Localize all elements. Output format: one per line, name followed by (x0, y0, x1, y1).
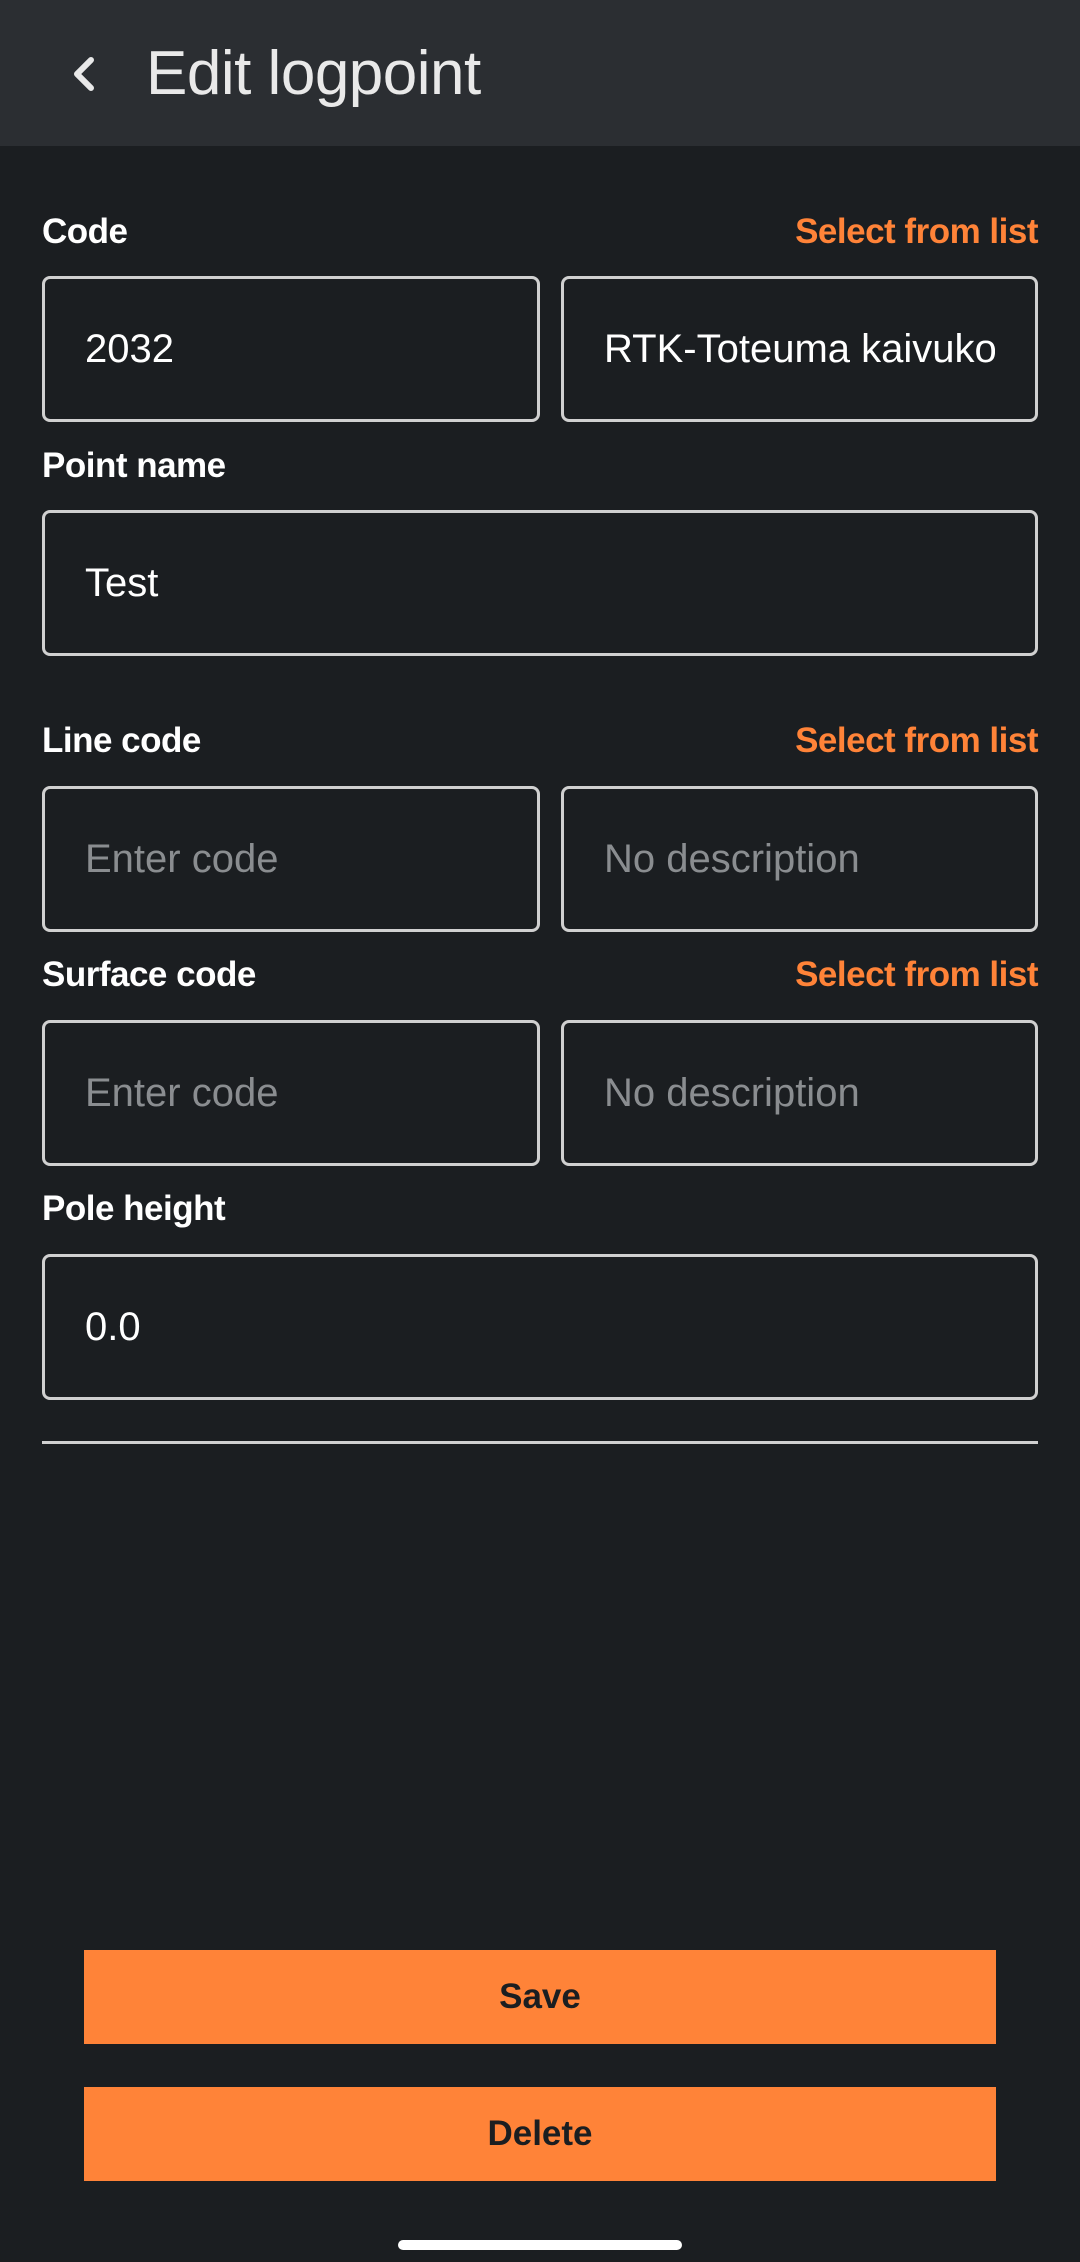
surface-code-select-from-list-link[interactable]: Select from list (795, 955, 1038, 995)
top-app-bar: Edit logpoint (0, 0, 1080, 146)
pole-height-input[interactable] (42, 1254, 1038, 1400)
code-description-field[interactable] (561, 276, 1038, 422)
back-button[interactable] (54, 38, 114, 110)
save-button[interactable]: Save (84, 1950, 996, 2044)
code-label: Code (42, 212, 128, 251)
code-input[interactable] (42, 276, 540, 422)
line-code-select-from-list-link[interactable]: Select from list (795, 721, 1038, 761)
page-title: Edit logpoint (146, 39, 481, 108)
section-divider (42, 1441, 1038, 1444)
delete-button[interactable]: Delete (84, 2087, 996, 2181)
point-name-input[interactable] (42, 510, 1038, 656)
line-code-label: Line code (42, 721, 201, 760)
pole-height-label: Pole height (42, 1189, 226, 1228)
edit-logpoint-screen: Edit logpoint Code Select from list Poin… (0, 0, 1080, 2262)
surface-code-description-field[interactable] (561, 1020, 1038, 1166)
code-select-from-list-link[interactable]: Select from list (795, 212, 1038, 252)
line-code-description-field[interactable] (561, 786, 1038, 932)
surface-code-input[interactable] (42, 1020, 540, 1166)
home-indicator[interactable] (398, 2240, 682, 2250)
point-name-label: Point name (42, 446, 226, 485)
surface-code-label: Surface code (42, 955, 256, 994)
chevron-left-icon (74, 57, 94, 91)
line-code-input[interactable] (42, 786, 540, 932)
